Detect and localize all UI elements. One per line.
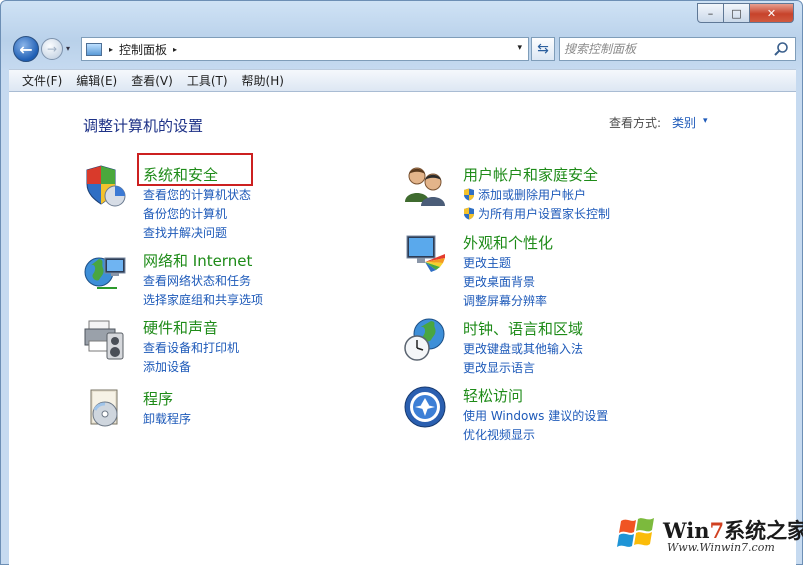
watermark-brand-seven: 7 [709,518,725,543]
minimize-button[interactable]: – [697,3,724,23]
link-network-status[interactable]: 查看网络状态和任务 [143,272,263,291]
navigation-bar: ← → ▾ ▸ 控制面板 ▸ ▾ ⇆ [11,35,796,63]
menu-file[interactable]: 文件(F) [15,72,69,89]
watermark-brand-suffix: 系统之家 [724,518,803,543]
menu-edit[interactable]: 编辑(E) [69,72,124,89]
link-label: 添加或删除用户帐户 [478,188,587,202]
address-bar[interactable]: ▸ 控制面板 ▸ ▾ [81,37,529,61]
breadcrumb-chevron-icon[interactable]: ▸ [173,45,177,54]
page-title: 调整计算机的设置 [83,117,204,135]
caption-buttons: – □ ✕ [697,3,794,23]
clock-globe-icon[interactable] [403,318,447,362]
printer-speaker-icon[interactable] [83,317,127,361]
link-find-fix-problems[interactable]: 查找并解决问题 [143,224,251,243]
watermark-brand-prefix: Win [663,518,710,543]
refresh-button[interactable]: ⇆ [531,37,555,61]
link-homegroup-sharing[interactable]: 选择家庭组和共享选项 [143,291,263,310]
breadcrumb-chevron-icon[interactable]: ▸ [109,45,113,54]
category-title-user-accounts[interactable]: 用户帐户和家庭安全 [463,164,598,185]
recent-pages-dropdown[interactable]: ▾ [66,44,70,53]
link-backup-computer[interactable]: 备份您的计算机 [143,205,251,224]
network-globe-icon[interactable] [83,250,127,294]
back-button[interactable]: ← [13,36,39,62]
menu-view[interactable]: 查看(V) [124,72,180,89]
link-change-keyboard[interactable]: 更改键盘或其他输入法 [463,340,583,359]
category-links: 查看设备和打印机 添加设备 [143,339,239,377]
link-optimize-visual-display[interactable]: 优化视频显示 [463,426,608,445]
link-label: 为所有用户设置家长控制 [478,207,611,221]
category-title-programs[interactable]: 程序 [143,388,173,409]
category-title-appearance[interactable]: 外观和个性化 [463,232,553,253]
breadcrumb-control-panel[interactable]: 控制面板 [119,41,167,58]
search-icon[interactable] [773,41,789,57]
category-links: 更改主题 更改桌面背景 调整屏幕分辨率 [463,254,547,311]
uac-shield-icon [464,207,474,220]
uac-shield-icon [464,188,474,201]
control-panel-icon [86,42,102,56]
link-uninstall-program[interactable]: 卸载程序 [143,410,191,429]
category-links: 查看您的计算机状态 备份您的计算机 查找并解决问题 [143,186,251,243]
category-links: 查看网络状态和任务 选择家庭组和共享选项 [143,272,263,310]
category-links: 添加或删除用户帐户 为所有用户设置家长控制 [463,186,610,224]
windows-logo-icon [617,518,654,547]
address-dropdown-icon[interactable]: ▾ [517,43,522,53]
link-screen-resolution[interactable]: 调整屏幕分辨率 [463,292,547,311]
category-links: 更改键盘或其他输入法 更改显示语言 [463,340,583,378]
shield-security-icon[interactable] [83,164,127,208]
link-desktop-background[interactable]: 更改桌面背景 [463,273,547,292]
content-area: 调整计算机的设置 查看方式: 类别 ▾ 系统和安全 查看您的计算机状态 备份您的… [9,91,803,565]
chevron-down-icon[interactable]: ▾ [703,116,708,126]
forward-button[interactable]: → [41,38,63,60]
category-links: 卸载程序 [143,410,191,429]
link-add-device[interactable]: 添加设备 [143,358,239,377]
link-add-remove-users[interactable]: 添加或删除用户帐户 [463,186,610,205]
category-title-network[interactable]: 网络和 Internet [143,250,252,271]
highlight-annotation [137,153,253,186]
close-button[interactable]: ✕ [750,3,794,23]
watermark-url: Www.Winwin7.com [667,541,775,554]
menu-help[interactable]: 帮助(H) [235,72,291,89]
ease-of-access-icon[interactable] [403,385,447,429]
view-by-dropdown[interactable]: 类别 [672,114,696,131]
monitor-palette-icon[interactable] [403,232,447,276]
menu-tools[interactable]: 工具(T) [180,72,235,89]
control-panel-window: – □ ✕ ← → ▾ ▸ 控制面板 ▸ ▾ ⇆ 文件(F) 编辑(E) 查看(… [0,0,803,565]
link-view-computer-status[interactable]: 查看您的计算机状态 [143,186,251,205]
link-parental-controls[interactable]: 为所有用户设置家长控制 [463,205,610,224]
search-input[interactable] [564,42,764,56]
category-title-clock-region[interactable]: 时钟、语言和区域 [463,318,583,339]
search-box[interactable] [559,37,796,61]
users-icon[interactable] [403,164,447,208]
watermark: Win7系统之家 Www.Winwin7.com [613,509,803,559]
category-title-hardware-sound[interactable]: 硬件和声音 [143,317,218,338]
link-windows-suggested-settings[interactable]: 使用 Windows 建议的设置 [463,407,608,426]
maximize-button[interactable]: □ [724,3,750,23]
programs-disc-icon[interactable] [83,388,127,432]
view-by-label: 查看方式: [609,116,662,130]
link-change-theme[interactable]: 更改主题 [463,254,547,273]
category-title-ease-of-access[interactable]: 轻松访问 [463,385,523,406]
category-links: 使用 Windows 建议的设置 优化视频显示 [463,407,608,445]
menu-bar: 文件(F) 编辑(E) 查看(V) 工具(T) 帮助(H) [9,69,796,91]
link-devices-printers[interactable]: 查看设备和打印机 [143,339,239,358]
link-display-language[interactable]: 更改显示语言 [463,359,583,378]
